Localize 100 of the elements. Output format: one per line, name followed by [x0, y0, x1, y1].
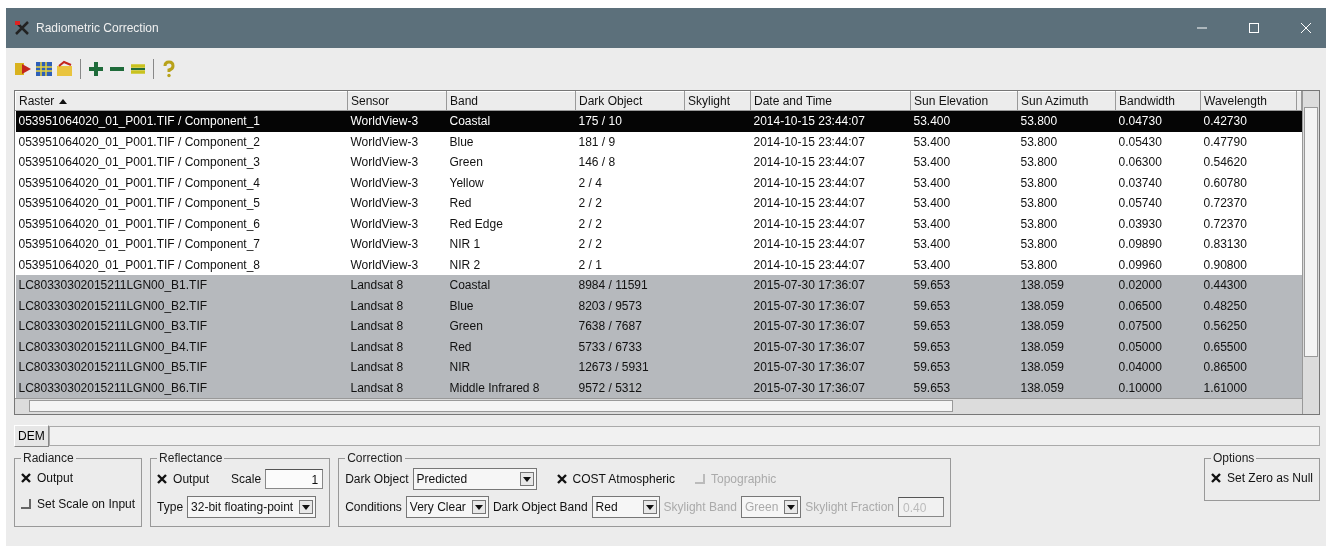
column-header[interactable]: Sun Azimuth	[1017, 91, 1116, 111]
table-cell: WorldView-3	[350, 257, 419, 272]
table-row[interactable]: 053951064020_01_P001.TIF / Component_3 WorldView-3 Green 146 / 8 2014-10-15 23:44:07 53.400 53.800 0.06300 0.54620	[15, 152, 1302, 173]
table-cell: 53.800	[1020, 175, 1058, 190]
column-header[interactable]: Sun Elevation	[910, 91, 1018, 111]
table-cell: 2015-07-30 17:36:07	[753, 380, 865, 395]
dem-button[interactable]: DEM	[14, 425, 49, 447]
table-row[interactable]: LC80330302015211LGN00_B5.TIF Landsat 8 NIR 12673 / 5931 2015-07-30 17:36:07 59.653 138.059 0.04000 0.86500	[15, 357, 1302, 378]
table-cell: Middle Infrared 8	[449, 380, 540, 395]
checkbox-label: COST Atmospheric	[572, 472, 675, 486]
table-row[interactable]: LC80330302015211LGN00_B6.TIF Landsat 8 Middle Infrared 8 9572 / 5312 2015-07-30 17:36:07 59.653 138.059 0.10000 1.61000	[15, 377, 1302, 398]
table-cell: 53.400	[913, 196, 951, 211]
checkbox[interactable]	[157, 474, 168, 484]
table-cell: 053951064020_01_P001.TIF / Component_8	[18, 257, 261, 272]
field-label: Conditions	[345, 500, 402, 514]
group-title: Options	[1211, 451, 1256, 465]
table-cell: Blue	[449, 134, 474, 149]
caret-icon[interactable]	[471, 500, 486, 514]
table-row[interactable]: 053951064020_01_P001.TIF / Component_7 WorldView-3 NIR 1 2 / 2 2014-10-15 23:44:07 53.400 53.800 0.09890 0.83130	[15, 234, 1302, 255]
table-cell: 53.400	[913, 257, 951, 272]
table-cell: 2015-07-30 17:36:07	[753, 298, 865, 313]
table-cell: WorldView-3	[350, 114, 419, 129]
column-header[interactable]: Dark Object	[575, 91, 685, 111]
scale-field[interactable]: 1	[265, 469, 324, 489]
checkbox-label: Output	[173, 472, 210, 486]
table-cell: 59.653	[913, 278, 951, 293]
table-row[interactable]: 053951064020_01_P001.TIF / Component_4 WorldView-3 Yellow 2 / 4 2014-10-15 23:44:07 53.400 53.800 0.03740 0.60780	[15, 172, 1302, 193]
table-cell: 053951064020_01_P001.TIF / Component_6	[18, 216, 261, 231]
app-icon	[14, 20, 30, 36]
table-row[interactable]: LC80330302015211LGN00_B2.TIF Landsat 8 Blue 8203 / 9573 2015-07-30 17:36:07 59.653 138.059 0.06500 0.48250	[15, 295, 1302, 316]
type-dropdown[interactable]: 32-bit floating-point	[187, 496, 317, 518]
table-row[interactable]: 053951064020_01_P001.TIF / Component_8 WorldView-3 NIR 2 2 / 1 2014-10-15 23:44:07 53.400 53.800 0.09960 0.90800	[15, 254, 1302, 275]
table-cell: 0.04730	[1118, 114, 1162, 129]
column-header[interactable]: Wavelength	[1200, 91, 1297, 111]
table-cell: 0.05000	[1118, 339, 1162, 354]
table-cell: 138.059	[1020, 360, 1064, 375]
table-cell: 053951064020_01_P001.TIF / Component_7	[18, 237, 261, 252]
caret-icon[interactable]	[642, 500, 657, 514]
column-header[interactable]: Skylight	[684, 91, 751, 111]
table-cell: 0.65500	[1203, 339, 1247, 354]
table-cell: Landsat 8	[350, 339, 404, 354]
table-row[interactable]: 053951064020_01_P001.TIF / Component_5 WorldView-3 Red 2 / 2 2014-10-15 23:44:07 53.400 53.800 0.05740 0.72370	[15, 193, 1302, 214]
close-icon[interactable]	[1300, 22, 1312, 34]
table-cell: Landsat 8	[350, 360, 404, 375]
grid-icon[interactable]	[35, 60, 53, 78]
table-cell: 2 / 2	[578, 237, 602, 252]
conditions-dropdown[interactable]: Very Clear	[405, 496, 489, 518]
table-cell: 2015-07-30 17:36:07	[753, 360, 865, 375]
checkbox[interactable]	[556, 474, 567, 484]
table-cell: 0.42730	[1203, 114, 1247, 129]
table-cell: 2014-10-15 23:44:07	[753, 155, 865, 170]
table-cell: Landsat 8	[350, 380, 404, 395]
checkbox[interactable]	[21, 473, 31, 483]
plus-icon[interactable]	[87, 60, 105, 78]
folder-icon[interactable]	[56, 60, 74, 78]
table-cell: Landsat 8	[350, 278, 404, 293]
column-header[interactable]: Bandwidth	[1115, 91, 1201, 111]
table-cell: 12673 / 5931	[578, 360, 649, 375]
table-cell: WorldView-3	[350, 216, 419, 231]
table-cell: LC80330302015211LGN00_B1.TIF	[18, 278, 208, 293]
table-cell: 0.10000	[1118, 380, 1162, 395]
table-cell: 9572 / 5312	[578, 380, 642, 395]
field-label: Dark Object	[345, 472, 409, 486]
table-cell: 1.61000	[1203, 380, 1247, 395]
table-cell: 2 / 2	[578, 216, 602, 231]
dark-object-band-dropdown[interactable]: Red	[591, 496, 660, 518]
dark-object-dropdown[interactable]: Predicted	[412, 468, 537, 490]
column-header[interactable]: Band	[446, 91, 576, 111]
table-cell: 0.60780	[1203, 175, 1247, 190]
table-row[interactable]: LC80330302015211LGN00_B4.TIF Landsat 8 Red 5733 / 6733 2015-07-30 17:36:07 59.653 138.059 0.05000 0.65500	[15, 336, 1302, 357]
table-cell: 2014-10-15 23:44:07	[753, 196, 865, 211]
table-cell: 59.653	[913, 380, 951, 395]
column-header[interactable]: Raster	[15, 91, 348, 111]
caret-icon[interactable]	[519, 472, 534, 486]
table-row[interactable]: LC80330302015211LGN00_B1.TIF Landsat 8 Coastal 8984 / 11591 2015-07-30 17:36:07 59.653 138.059 0.02000 0.44300	[15, 275, 1302, 296]
horizontal-scrollbar[interactable]	[15, 398, 1302, 414]
table-row[interactable]: 053951064020_01_P001.TIF / Component_6 WorldView-3 Red Edge 2 / 2 2014-10-15 23:44:07 53.400 53.800 0.03930 0.72370	[15, 213, 1302, 234]
checkbox[interactable]	[1210, 473, 1221, 483]
caret-icon[interactable]	[299, 500, 314, 514]
table-cell: 59.653	[913, 360, 951, 375]
table-cell: 2014-10-15 23:44:07	[753, 237, 865, 252]
arrow-grid-icon[interactable]	[14, 60, 32, 78]
table-cell: 181 / 9	[578, 134, 616, 149]
table-cell: 0.54620	[1203, 155, 1247, 170]
dem-field[interactable]	[48, 426, 1320, 446]
table-cell: 138.059	[1020, 319, 1064, 334]
table-cell: LC80330302015211LGN00_B5.TIF	[18, 360, 208, 375]
table-row[interactable]: 053951064020_01_P001.TIF / Component_2 WorldView-3 Blue 181 / 9 2014-10-15 23:44:07 53.400 53.800 0.05430 0.47790	[15, 131, 1302, 152]
maximize-icon[interactable]	[1248, 22, 1260, 34]
table-cell: LC80330302015211LGN00_B4.TIF	[18, 339, 208, 354]
table-cell: 0.56250	[1203, 319, 1247, 334]
table-row[interactable]: LC80330302015211LGN00_B3.TIF Landsat 8 Green 7638 / 7687 2015-07-30 17:36:07 59.653 138.059 0.07500 0.56250	[15, 316, 1302, 337]
table-cell: WorldView-3	[350, 134, 419, 149]
table-cell: 8984 / 11591	[578, 278, 648, 293]
table-cell: Yellow	[449, 175, 484, 190]
column-header[interactable]: Date and Time	[750, 91, 911, 111]
checkbox[interactable]	[21, 499, 31, 509]
vertical-scrollbar[interactable]	[1302, 91, 1319, 414]
table-cell: 0.09890	[1118, 237, 1162, 252]
column-header[interactable]: Sensor	[347, 91, 447, 111]
